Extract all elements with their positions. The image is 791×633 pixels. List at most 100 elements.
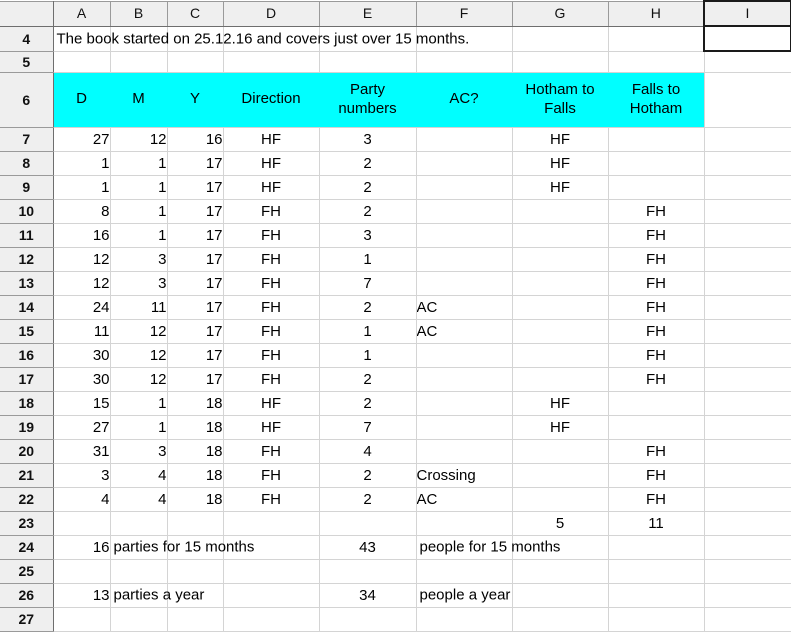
cell-F25[interactable] [416,559,513,584]
cell-B18[interactable]: 1 [110,391,168,416]
cell-H25[interactable] [608,559,705,584]
cell-C6[interactable]: Y [167,72,224,128]
cell-F6[interactable]: AC? [416,72,513,128]
cell-G16[interactable] [512,343,609,368]
cell-A24[interactable]: 16 [53,535,111,560]
cell-F27[interactable] [416,607,513,632]
column-header-a[interactable]: A [53,0,111,27]
cell-C11[interactable]: 17 [167,223,224,248]
cell-D7[interactable]: HF [223,127,320,152]
cell-D15[interactable]: FH [223,319,320,344]
cell-I6[interactable] [704,72,791,128]
cell-D11[interactable]: FH [223,223,320,248]
cell-F22[interactable]: AC [416,487,513,512]
cell-C23[interactable] [167,511,224,536]
cell-E19[interactable]: 7 [319,415,417,440]
cell-A25[interactable] [53,559,111,584]
cell-E26[interactable]: 34 [319,583,417,608]
cell-C8[interactable]: 17 [167,151,224,176]
cell-C19[interactable]: 18 [167,415,224,440]
cell-F19[interactable] [416,415,513,440]
cell-H23[interactable]: 11 [608,511,705,536]
cell-I24[interactable] [704,535,791,560]
cell-A18[interactable]: 15 [53,391,111,416]
cell-C15[interactable]: 17 [167,319,224,344]
cell-D17[interactable]: FH [223,367,320,392]
cell-A23[interactable] [53,511,111,536]
row-header-15[interactable]: 15 [0,319,54,344]
cell-C13[interactable]: 17 [167,271,224,296]
cell-C17[interactable]: 17 [167,367,224,392]
cell-B17[interactable]: 12 [110,367,168,392]
cell-E11[interactable]: 3 [319,223,417,248]
cell-B5[interactable] [110,51,168,73]
select-all-corner[interactable] [0,0,54,27]
cell-H16[interactable]: FH [608,343,705,368]
row-header-7[interactable]: 7 [0,127,54,152]
cell-G10[interactable] [512,199,609,224]
cell-C27[interactable] [167,607,224,632]
cell-H21[interactable]: FH [608,463,705,488]
cell-C18[interactable]: 18 [167,391,224,416]
cell-G4[interactable] [512,26,609,52]
cell-D27[interactable] [223,607,320,632]
cell-D20[interactable]: FH [223,439,320,464]
cell-G12[interactable] [512,247,609,272]
cell-A5[interactable] [53,51,111,73]
cell-G9[interactable]: HF [512,175,609,200]
cell-A13[interactable]: 12 [53,271,111,296]
row-header-9[interactable]: 9 [0,175,54,200]
row-header-17[interactable]: 17 [0,367,54,392]
column-header-c[interactable]: C [167,0,224,27]
cell-B14[interactable]: 11 [110,295,168,320]
cell-A11[interactable]: 16 [53,223,111,248]
cell-A10[interactable]: 8 [53,199,111,224]
cell-H13[interactable]: FH [608,271,705,296]
cell-D22[interactable]: FH [223,487,320,512]
cell-A7[interactable]: 27 [53,127,111,152]
cell-D18[interactable]: HF [223,391,320,416]
cell-E25[interactable] [319,559,417,584]
cell-G5[interactable] [512,51,609,73]
row-header-19[interactable]: 19 [0,415,54,440]
row-header-21[interactable]: 21 [0,463,54,488]
cell-G8[interactable]: HF [512,151,609,176]
cell-H11[interactable]: FH [608,223,705,248]
cell-G11[interactable] [512,223,609,248]
cell-D8[interactable]: HF [223,151,320,176]
cell-F13[interactable] [416,271,513,296]
cell-G17[interactable] [512,367,609,392]
cell-A6[interactable]: D [53,72,111,128]
cell-B22[interactable]: 4 [110,487,168,512]
row-header-24[interactable]: 24 [0,535,54,560]
cell-I21[interactable] [704,463,791,488]
cell-E12[interactable]: 1 [319,247,417,272]
cell-I12[interactable] [704,247,791,272]
cell-D21[interactable]: FH [223,463,320,488]
cell-G27[interactable] [512,607,609,632]
cell-B8[interactable]: 1 [110,151,168,176]
cell-C16[interactable]: 17 [167,343,224,368]
cell-C5[interactable] [167,51,224,73]
cell-I22[interactable] [704,487,791,512]
cell-E16[interactable]: 1 [319,343,417,368]
cell-H17[interactable]: FH [608,367,705,392]
cell-H20[interactable]: FH [608,439,705,464]
column-header-d[interactable]: D [223,0,320,27]
cell-H24[interactable] [608,535,705,560]
row-header-6[interactable]: 6 [0,72,54,128]
cell-C25[interactable] [167,559,224,584]
cell-E20[interactable]: 4 [319,439,417,464]
column-header-f[interactable]: F [416,0,513,27]
cell-B21[interactable]: 4 [110,463,168,488]
cell-I16[interactable] [704,343,791,368]
row-header-4[interactable]: 4 [0,26,54,52]
cell-A17[interactable]: 30 [53,367,111,392]
cell-I17[interactable] [704,367,791,392]
cell-D10[interactable]: FH [223,199,320,224]
cell-F21[interactable]: Crossing [416,463,513,488]
cell-E8[interactable]: 2 [319,151,417,176]
cell-I27[interactable] [704,607,791,632]
cell-B27[interactable] [110,607,168,632]
cell-G25[interactable] [512,559,609,584]
